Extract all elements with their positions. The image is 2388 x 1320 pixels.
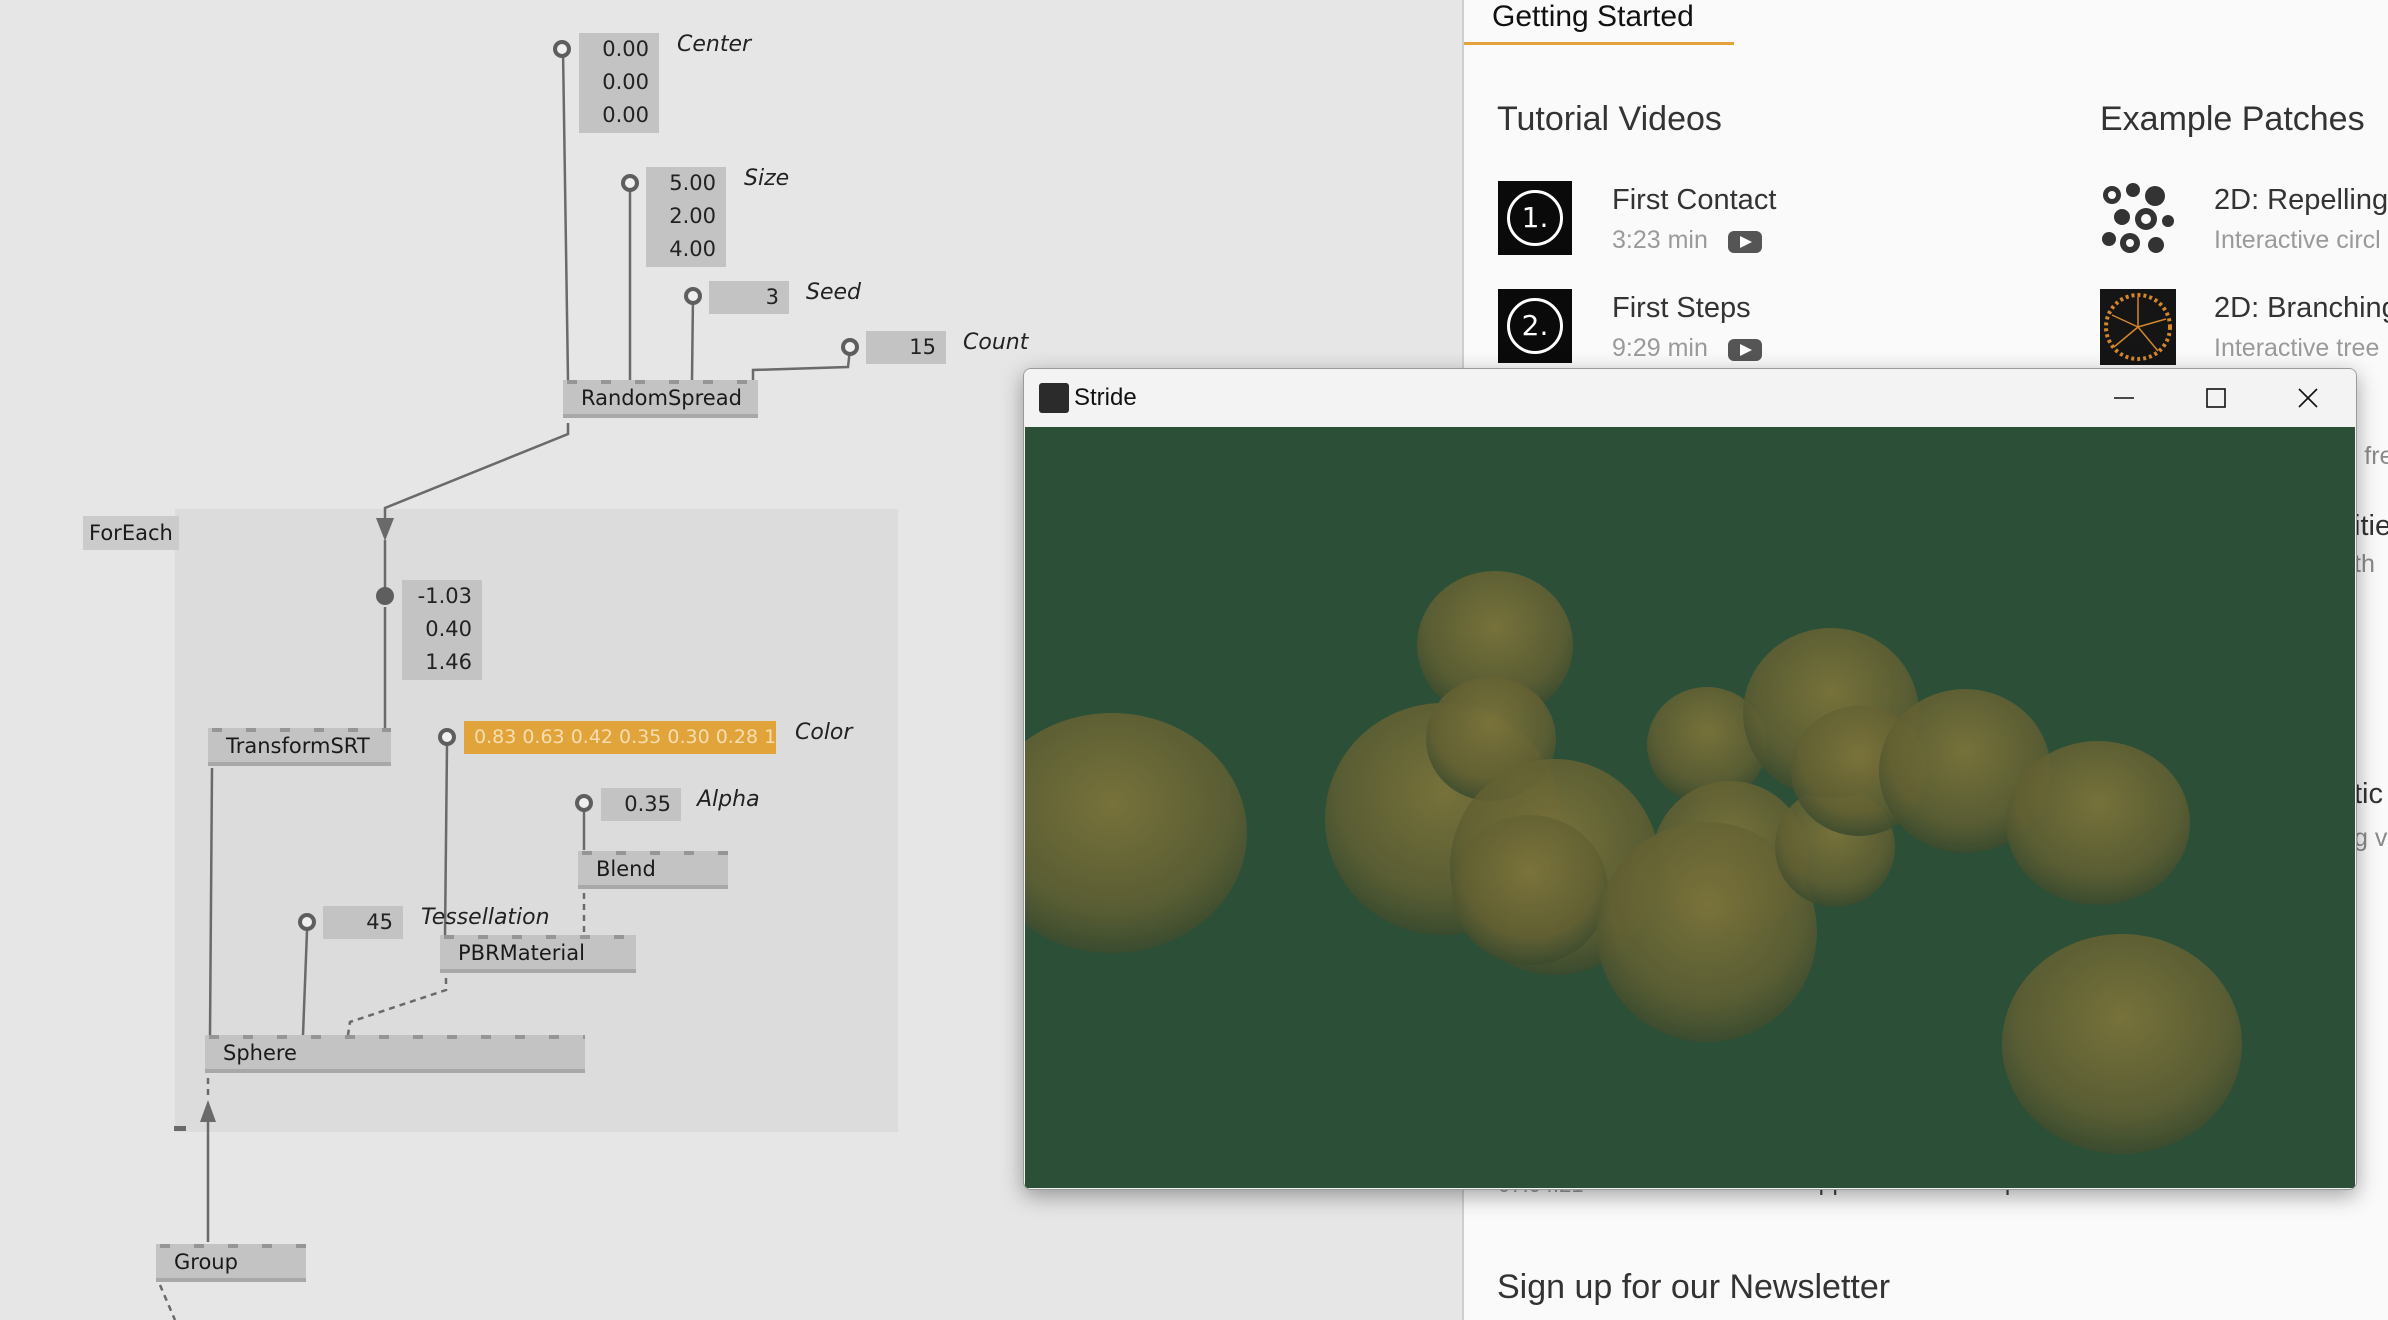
tutorial-videos-title: Tutorial Videos bbox=[1497, 100, 1722, 138]
group-node[interactable]: Group bbox=[156, 1244, 306, 1282]
position-y[interactable]: 0.40 bbox=[402, 613, 472, 646]
count-pin[interactable] bbox=[841, 338, 859, 356]
example-1-title[interactable]: 2D: Repelling bbox=[2214, 184, 2388, 217]
tessellation-iobox[interactable]: 45 bbox=[323, 906, 403, 939]
stride-window-title: Stride bbox=[1074, 384, 1137, 411]
stride-window[interactable]: Stride bbox=[1023, 368, 2357, 1190]
link-seed bbox=[690, 295, 695, 381]
link-count bbox=[751, 348, 852, 380]
sphere-node[interactable]: Sphere bbox=[205, 1035, 585, 1073]
tutorial-2-title[interactable]: First Steps bbox=[1612, 292, 1751, 325]
foreach-label: ForEach bbox=[83, 516, 179, 550]
seed-iobox[interactable]: 3 bbox=[709, 281, 789, 314]
minimize-icon bbox=[2114, 397, 2134, 399]
sphere-15 bbox=[2002, 934, 2242, 1154]
stride-viewport[interactable] bbox=[1025, 427, 2355, 1188]
size-label: Size bbox=[744, 166, 790, 191]
minimize-button[interactable] bbox=[2078, 369, 2170, 427]
tessellation-label: Tessellation bbox=[421, 905, 550, 930]
tutorial-1-number: 1. bbox=[1507, 190, 1563, 246]
size-y[interactable]: 2.00 bbox=[646, 200, 716, 233]
foreach-output-arrow bbox=[200, 1100, 216, 1122]
sphere-6 bbox=[1452, 815, 1608, 965]
repelling-thumb[interactable] bbox=[2100, 181, 2176, 257]
alpha-iobox[interactable]: 0.35 bbox=[601, 788, 681, 821]
size-iobox[interactable]: 5.00 2.00 4.00 bbox=[646, 167, 726, 267]
foreach-input-arrow bbox=[376, 518, 394, 541]
count-label: Count bbox=[963, 330, 1029, 355]
tutorial-1-thumb[interactable]: 1. bbox=[1498, 181, 1572, 255]
example-2-title[interactable]: 2D: Branching bbox=[2214, 292, 2388, 325]
maximize-icon bbox=[2206, 388, 2226, 408]
close-icon bbox=[2298, 388, 2318, 408]
position-iobox[interactable]: -1.03 0.40 1.46 bbox=[402, 580, 482, 680]
center-pin[interactable] bbox=[553, 40, 571, 58]
tutorial-2-duration: 9:29 min bbox=[1612, 334, 1708, 362]
transformsrt-node[interactable]: TransformSRT bbox=[208, 728, 391, 766]
render-output bbox=[1025, 571, 2242, 1154]
tutorial-1-title[interactable]: First Contact bbox=[1612, 184, 1776, 217]
alpha-label: Alpha bbox=[697, 787, 760, 812]
size-z[interactable]: 4.00 bbox=[646, 233, 716, 266]
clipped-text-4: tic bbox=[2354, 778, 2383, 810]
example-1-sub: Interactive circl bbox=[2214, 226, 2381, 254]
position-z[interactable]: 1.46 bbox=[402, 646, 472, 679]
color-pin[interactable] bbox=[438, 728, 456, 746]
link-transform bbox=[208, 767, 214, 1036]
size-x[interactable]: 5.00 bbox=[646, 167, 716, 200]
center-label: Center bbox=[677, 32, 752, 57]
stride-app-icon bbox=[1039, 383, 1069, 413]
link-material bbox=[346, 978, 448, 1036]
link-spread-out bbox=[383, 423, 570, 522]
tutorial-2-number: 2. bbox=[1507, 298, 1563, 354]
sphere-1 bbox=[1025, 713, 1247, 953]
blend-node[interactable]: Blend bbox=[578, 851, 728, 889]
branching-thumb[interactable] bbox=[2100, 289, 2176, 365]
clipped-text-2: itie bbox=[2354, 510, 2388, 542]
count-iobox[interactable]: 15 bbox=[866, 331, 946, 364]
tutorial-2-thumb[interactable]: 2. bbox=[1498, 289, 1572, 363]
example-2-sub: Interactive tree bbox=[2214, 334, 2380, 362]
tab-getting-started[interactable]: Getting Started bbox=[1492, 0, 1694, 34]
randomspread-node[interactable]: RandomSpread bbox=[563, 380, 758, 418]
center-z[interactable]: 0.00 bbox=[579, 99, 649, 132]
link-center bbox=[561, 49, 570, 381]
stride-titlebar[interactable]: Stride bbox=[1024, 369, 2356, 427]
play-icon[interactable] bbox=[1728, 231, 1762, 253]
center-x[interactable]: 0.00 bbox=[579, 33, 649, 66]
center-y[interactable]: 0.00 bbox=[579, 66, 649, 99]
color-iobox[interactable]: 0.83 0.63 0.42 0.35 0.30 0.28 1.00 bbox=[464, 721, 776, 754]
link-group-out bbox=[158, 1284, 177, 1320]
newsletter-title: Sign up for our Newsletter bbox=[1497, 1268, 1891, 1306]
clipped-text-5: g v bbox=[2354, 824, 2388, 852]
tessellation-pin[interactable] bbox=[298, 913, 316, 931]
position-x[interactable]: -1.03 bbox=[402, 580, 472, 613]
seed-pin[interactable] bbox=[684, 287, 702, 305]
pbrmaterial-node[interactable]: PBRMaterial bbox=[440, 935, 636, 973]
tutorial-1-duration: 3:23 min bbox=[1612, 226, 1708, 254]
play-icon[interactable] bbox=[1728, 339, 1762, 361]
size-pin[interactable] bbox=[621, 174, 639, 192]
seed-label: Seed bbox=[806, 280, 861, 305]
clipped-text-3: th bbox=[2354, 550, 2375, 578]
tab-underline bbox=[1464, 42, 1734, 45]
center-iobox[interactable]: 0.00 0.00 0.00 bbox=[579, 33, 659, 133]
example-patches-title: Example Patches bbox=[2100, 100, 2365, 138]
sphere-14 bbox=[2006, 741, 2190, 905]
alpha-pin[interactable] bbox=[575, 794, 593, 812]
maximize-button[interactable] bbox=[2170, 369, 2262, 427]
position-pin[interactable] bbox=[376, 587, 394, 605]
close-button[interactable] bbox=[2262, 369, 2354, 427]
color-label: Color bbox=[795, 720, 853, 745]
link-tessellation bbox=[301, 930, 309, 1036]
